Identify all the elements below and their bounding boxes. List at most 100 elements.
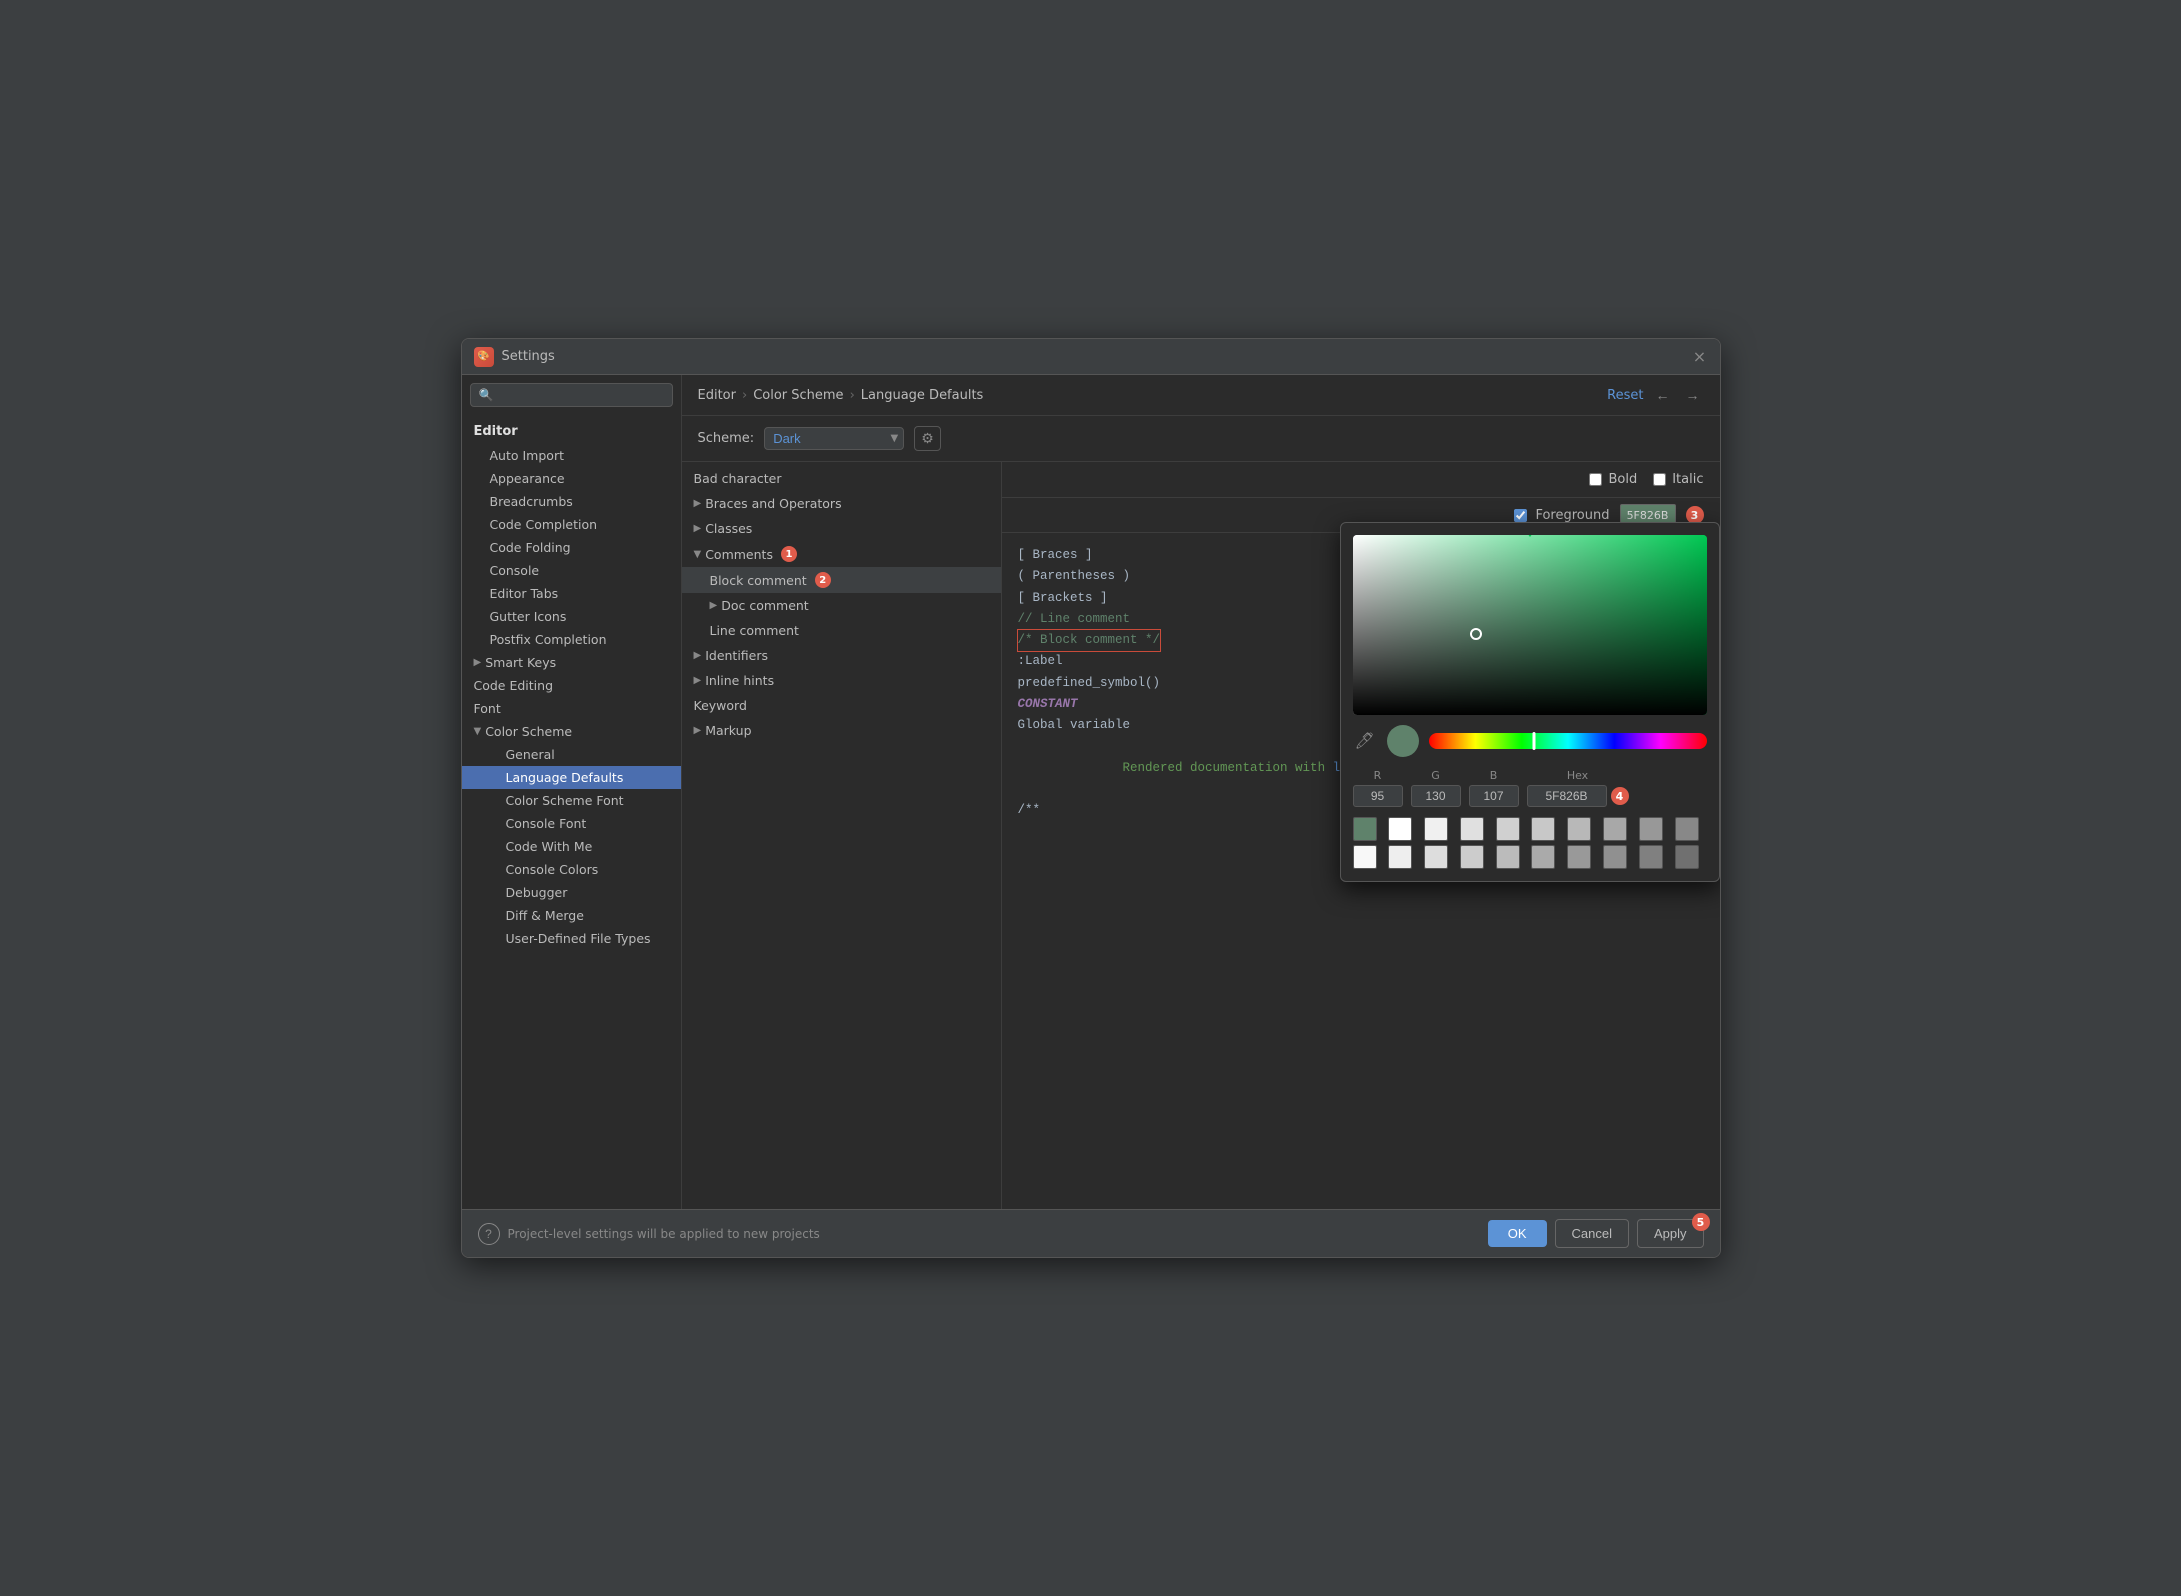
search-input[interactable] — [499, 388, 663, 402]
foreground-checkbox[interactable] — [1514, 509, 1527, 522]
ok-button[interactable]: OK — [1488, 1220, 1547, 1247]
sidebar-item-font[interactable]: Font — [462, 697, 681, 720]
breadcrumb-color-scheme: Color Scheme — [753, 388, 843, 403]
tree-item-doc-comment[interactable]: ▶ Doc comment — [682, 593, 1001, 618]
help-button[interactable]: ? — [478, 1223, 500, 1245]
sidebar-item-color-scheme[interactable]: ▼ Color Scheme — [462, 720, 681, 743]
chevron-right-icon: ▶ — [694, 498, 702, 509]
sidebar-item-breadcrumbs[interactable]: Breadcrumbs — [462, 490, 681, 513]
tree-item-identifiers[interactable]: ▶ Identifiers — [682, 643, 1001, 668]
sidebar-item-appearance[interactable]: Appearance — [462, 467, 681, 490]
swatch-cell[interactable] — [1567, 817, 1591, 841]
swatch-cell[interactable] — [1603, 817, 1627, 841]
sidebar-item-general[interactable]: General — [462, 743, 681, 766]
sidebar-item-smart-keys[interactable]: ▶ Smart Keys — [462, 651, 681, 674]
swatch-cell[interactable] — [1460, 845, 1484, 869]
cancel-button[interactable]: Cancel — [1555, 1219, 1629, 1248]
tree-item-classes[interactable]: ▶ Classes — [682, 516, 1001, 541]
item-label: Bad character — [694, 471, 782, 486]
swatch-cell[interactable] — [1496, 845, 1520, 869]
sidebar-item-diff-merge[interactable]: Diff & Merge — [462, 904, 681, 927]
swatch-cell[interactable] — [1353, 817, 1377, 841]
tree-item-markup[interactable]: ▶ Markup — [682, 718, 1001, 743]
chevron-down-icon: ▼ — [694, 549, 702, 560]
swatch-cell[interactable] — [1567, 845, 1591, 869]
tree-item-braces[interactable]: ▶ Braces and Operators — [682, 491, 1001, 516]
sidebar-item-code-folding[interactable]: Code Folding — [462, 536, 681, 559]
item-label: Block comment — [710, 573, 807, 588]
sidebar-item-user-defined-file-types[interactable]: User-Defined File Types — [462, 927, 681, 950]
breadcrumb-language-defaults: Language Defaults — [861, 388, 984, 403]
tree-item-block-comment[interactable]: Block comment 2 — [682, 567, 1001, 593]
sidebar-item-language-defaults[interactable]: Language Defaults — [462, 766, 681, 789]
tree-item-line-comment[interactable]: Line comment — [682, 618, 1001, 643]
swatch-cell[interactable] — [1353, 845, 1377, 869]
dialog-title: Settings — [502, 349, 1692, 364]
chevron-right-icon: ▶ — [694, 675, 702, 686]
item-label: Braces and Operators — [705, 496, 841, 511]
sidebar-item-gutter-icons[interactable]: Gutter Icons — [462, 605, 681, 628]
sidebar-item-code-editing[interactable]: Code Editing — [462, 674, 681, 697]
swatch-cell[interactable] — [1424, 845, 1448, 869]
swatch-cell[interactable] — [1388, 845, 1412, 869]
swatch-cell[interactable] — [1675, 845, 1699, 869]
breadcrumb-sep2: › — [850, 388, 855, 403]
italic-checkbox[interactable] — [1653, 473, 1666, 486]
swatch-cell[interactable] — [1675, 817, 1699, 841]
swatch-cell[interactable] — [1496, 817, 1520, 841]
app-icon: 🎨 — [474, 347, 494, 367]
sidebar-item-console-colors[interactable]: Console Colors — [462, 858, 681, 881]
b-input[interactable] — [1469, 785, 1519, 807]
eyedropper-button[interactable]: 🖊 — [1353, 729, 1377, 753]
swatch-cell[interactable] — [1531, 845, 1555, 869]
color-gradient[interactable] — [1353, 535, 1707, 715]
breadcrumb-editor: Editor — [698, 388, 736, 403]
back-button[interactable]: ← — [1652, 385, 1674, 405]
sidebar-item-color-scheme-font[interactable]: Color Scheme Font — [462, 789, 681, 812]
bold-label[interactable]: Bold — [1608, 472, 1637, 487]
sidebar-item-debugger[interactable]: Debugger — [462, 881, 681, 904]
sidebar-item-auto-import[interactable]: Auto Import — [462, 444, 681, 467]
search-box[interactable]: 🔍 — [470, 383, 673, 407]
swatch-cell[interactable] — [1460, 817, 1484, 841]
b-label: B — [1490, 769, 1498, 782]
sidebar-item-code-with-me[interactable]: Code With Me — [462, 835, 681, 858]
g-input[interactable] — [1411, 785, 1461, 807]
tree-item-keyword[interactable]: Keyword — [682, 693, 1001, 718]
swatch-cell[interactable] — [1531, 817, 1555, 841]
tree-item-bad-character[interactable]: Bad character — [682, 466, 1001, 491]
bold-checkbox[interactable] — [1589, 473, 1602, 486]
scheme-select[interactable]: Dark Default High contrast — [764, 427, 904, 450]
g-label: G — [1431, 769, 1440, 782]
swatch-cell[interactable] — [1639, 845, 1663, 869]
sidebar-item-code-completion[interactable]: Code Completion — [462, 513, 681, 536]
titlebar: 🎨 Settings × — [462, 339, 1720, 375]
green-indicator — [1524, 535, 1536, 537]
foreground-label[interactable]: Foreground — [1535, 508, 1609, 523]
tree-item-comments[interactable]: ▼ Comments 1 — [682, 541, 1001, 567]
swatch-cell[interactable] — [1603, 845, 1627, 869]
bottom-bar: ? Project-level settings will be applied… — [462, 1209, 1720, 1257]
hue-bar[interactable] — [1429, 733, 1707, 749]
sidebar-item-console[interactable]: Console — [462, 559, 681, 582]
swatch-cell[interactable] — [1639, 817, 1663, 841]
sidebar-item-postfix-completion[interactable]: Postfix Completion — [462, 628, 681, 651]
sidebar-item-editor-tabs[interactable]: Editor Tabs — [462, 582, 681, 605]
gear-button[interactable]: ⚙ — [914, 426, 941, 451]
hue-indicator — [1533, 732, 1536, 750]
r-input[interactable] — [1353, 785, 1403, 807]
hex-input[interactable] — [1527, 785, 1607, 807]
sidebar-item-console-font[interactable]: Console Font — [462, 812, 681, 835]
item-label: Doc comment — [721, 598, 809, 613]
swatch-cell[interactable] — [1424, 817, 1448, 841]
hex-label: Hex — [1567, 769, 1588, 782]
code-line-block-comment: /* Block comment */ — [1018, 630, 1161, 651]
forward-button[interactable]: → — [1682, 385, 1704, 405]
italic-label[interactable]: Italic — [1672, 472, 1703, 487]
tree-item-inline-hints[interactable]: ▶ Inline hints — [682, 668, 1001, 693]
swatch-cell[interactable] — [1388, 817, 1412, 841]
options-panel: Bold Italic — [1002, 462, 1720, 498]
settings-dialog: 🎨 Settings × 🔍 Editor Auto Import Appear… — [461, 338, 1721, 1258]
reset-button[interactable]: Reset — [1607, 388, 1643, 403]
close-button[interactable]: × — [1692, 349, 1708, 365]
